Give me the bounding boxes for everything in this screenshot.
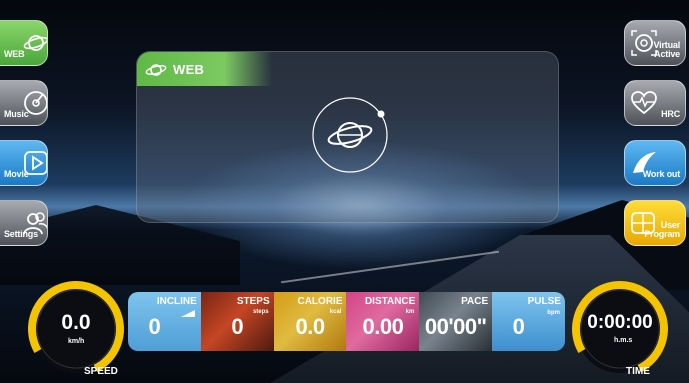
- menu-virtual-active-label: Virtual Active: [654, 41, 681, 59]
- menu-settings-button[interactable]: Settings: [0, 200, 48, 246]
- menu-music-label: Music: [4, 109, 29, 119]
- menu-movie-label: Movie: [4, 169, 29, 179]
- steps-value: 0: [231, 314, 244, 339]
- time-value: 0:00:00: [587, 312, 653, 333]
- speed-unit: km/h: [68, 338, 85, 345]
- pulse-tile[interactable]: PULSE bpm 0: [492, 292, 565, 351]
- menu-user-program-button[interactable]: User Program: [624, 200, 686, 246]
- menu-web-button[interactable]: WEB: [0, 20, 48, 66]
- panel-title: WEB: [173, 62, 205, 77]
- menu-workout-label: Work out: [642, 169, 680, 179]
- speed-label: SPEED: [84, 366, 118, 377]
- menu-hrc-button[interactable]: HRC: [624, 80, 686, 126]
- stats-bar: INCLINE 0 STEPS steps 0 CALORIE kcal 0.0…: [128, 292, 565, 351]
- menu-hrc-label: HRC: [661, 109, 680, 119]
- menu-settings-label: Settings: [4, 229, 38, 239]
- pace-tile[interactable]: PACE 00'00": [419, 292, 493, 351]
- menu-virtual-label-line2: Active: [654, 49, 680, 59]
- steps-tile[interactable]: STEPS steps 0: [200, 292, 274, 351]
- menu-music-button[interactable]: Music: [0, 80, 48, 126]
- time-unit: h.m.s: [614, 337, 633, 344]
- menu-virtual-active-button[interactable]: Virtual Active: [624, 20, 686, 66]
- calorie-label: CALORIE: [297, 296, 343, 307]
- distance-value: 0.00: [362, 314, 404, 339]
- web-globe-icon: [145, 64, 167, 76]
- incline-tile[interactable]: INCLINE 0: [128, 292, 201, 351]
- steps-label: STEPS: [236, 296, 270, 307]
- calorie-value: 0.0: [295, 314, 326, 339]
- incline-value: 0: [148, 314, 161, 339]
- menu-workout-button[interactable]: Work out: [624, 140, 686, 186]
- menu-movie-button[interactable]: Movie: [0, 140, 48, 186]
- pulse-value: 0: [512, 314, 525, 339]
- web-launch-icon[interactable]: [307, 92, 393, 178]
- menu-web-label: WEB: [4, 49, 25, 59]
- web-globe-icon: [23, 35, 47, 51]
- pace-value: 00'00": [424, 314, 487, 339]
- calorie-tile[interactable]: CALORIE kcal 0.0: [273, 292, 347, 351]
- pulse-label: PULSE: [527, 296, 561, 307]
- speed-gauge: 0.0 km/h SPEED: [24, 277, 128, 381]
- distance-tile[interactable]: DISTANCE km 0.00: [346, 292, 420, 351]
- web-panel: WEB: [136, 51, 559, 223]
- distance-label: DISTANCE: [364, 296, 416, 307]
- heart-rate-icon: [631, 91, 657, 115]
- menu-user-program-label: User Program: [644, 221, 680, 239]
- panel-title-tab: WEB: [137, 52, 272, 86]
- incline-label: INCLINE: [156, 296, 197, 307]
- time-label: TIME: [626, 366, 650, 377]
- time-gauge: 0:00:00 h.m.s TIME: [568, 277, 672, 381]
- menu-program-label-line2: Program: [644, 229, 680, 239]
- pace-label: PACE: [461, 296, 489, 307]
- speed-value: 0.0: [61, 311, 91, 334]
